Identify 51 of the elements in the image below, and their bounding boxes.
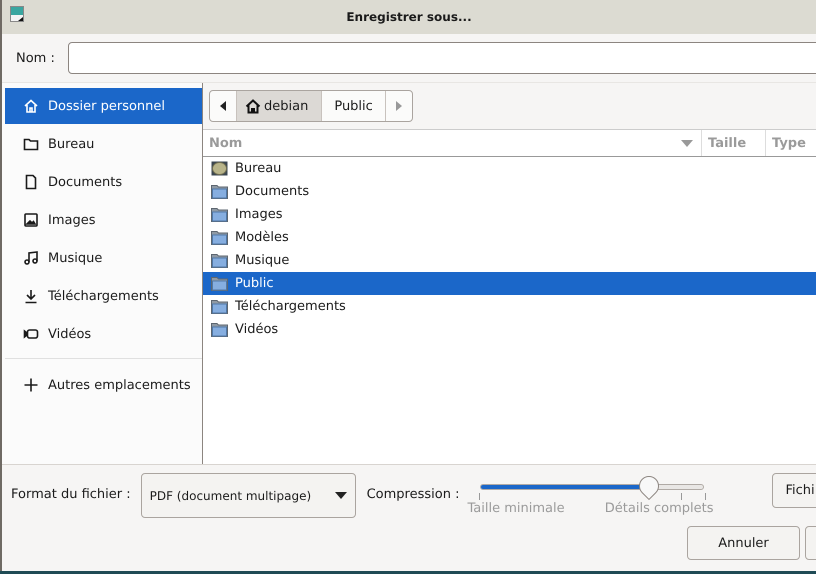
- folder-icon: [211, 184, 228, 199]
- file-row[interactable]: Modèles: [203, 226, 816, 249]
- sidebar-item[interactable]: Musique: [5, 240, 202, 276]
- caret-icon: [334, 492, 347, 499]
- name-label: Nom :: [16, 50, 55, 66]
- sidebar-item[interactable]: Téléchargements: [5, 278, 202, 314]
- folder-icon: [211, 322, 228, 337]
- sidebar-item[interactable]: Vidéos: [5, 316, 202, 352]
- sidebar-item[interactable]: Images: [5, 202, 202, 238]
- right-triangle-icon: [396, 101, 402, 111]
- sidebar-item[interactable]: Autres emplacements: [5, 367, 202, 403]
- format-label: Format du fichier :: [11, 487, 131, 502]
- sort-down-icon: [681, 140, 693, 146]
- folder-icon: [211, 207, 228, 222]
- file-button[interactable]: Fichi: [772, 473, 816, 508]
- file-row[interactable]: Public: [203, 272, 816, 295]
- folder-icon: [211, 299, 228, 314]
- cancel-button[interactable]: Annuler: [687, 526, 800, 560]
- app-icon: [10, 6, 24, 22]
- folder-icon: [211, 230, 228, 245]
- folder-icon: [211, 253, 228, 268]
- folder-icon: [23, 136, 39, 152]
- slider-track[interactable]: [479, 474, 706, 500]
- max-label: Détails complets: [604, 501, 714, 516]
- min-label: Taille minimale: [467, 501, 565, 516]
- compression-label: Compression :: [366, 487, 460, 502]
- file-row[interactable]: Vidéos: [203, 318, 816, 341]
- folder-icon: [211, 276, 228, 291]
- file-row[interactable]: Téléchargements: [203, 295, 816, 318]
- download-icon: [23, 288, 39, 304]
- file-row[interactable]: Documents: [203, 180, 816, 203]
- file-row[interactable]: Musique: [203, 249, 816, 272]
- format-dropdown[interactable]: PDF (document multipage): [140, 473, 356, 518]
- sidebar-item[interactable]: Bureau: [5, 126, 202, 162]
- file-row[interactable]: Bureau: [203, 157, 816, 180]
- sidebar-item[interactable]: Documents: [5, 164, 202, 200]
- home-icon: [245, 98, 261, 114]
- desktop-icon: [211, 161, 228, 176]
- sidebar-item[interactable]: Dossier personnel: [5, 88, 202, 124]
- path-button[interactable]: Public: [322, 91, 386, 121]
- file-row[interactable]: Images: [203, 203, 816, 226]
- image-icon: [23, 212, 39, 228]
- document-icon: [23, 174, 39, 190]
- left-triangle-icon: [220, 101, 226, 111]
- home-icon: [23, 98, 39, 114]
- plus-icon: [23, 377, 39, 393]
- music-note-icon: [23, 250, 39, 266]
- video-camera-icon: [23, 326, 39, 342]
- name-input-field[interactable]: [68, 42, 816, 74]
- path-button[interactable]: debian: [237, 91, 322, 121]
- window-title: Enregistrer sous...: [346, 10, 472, 24]
